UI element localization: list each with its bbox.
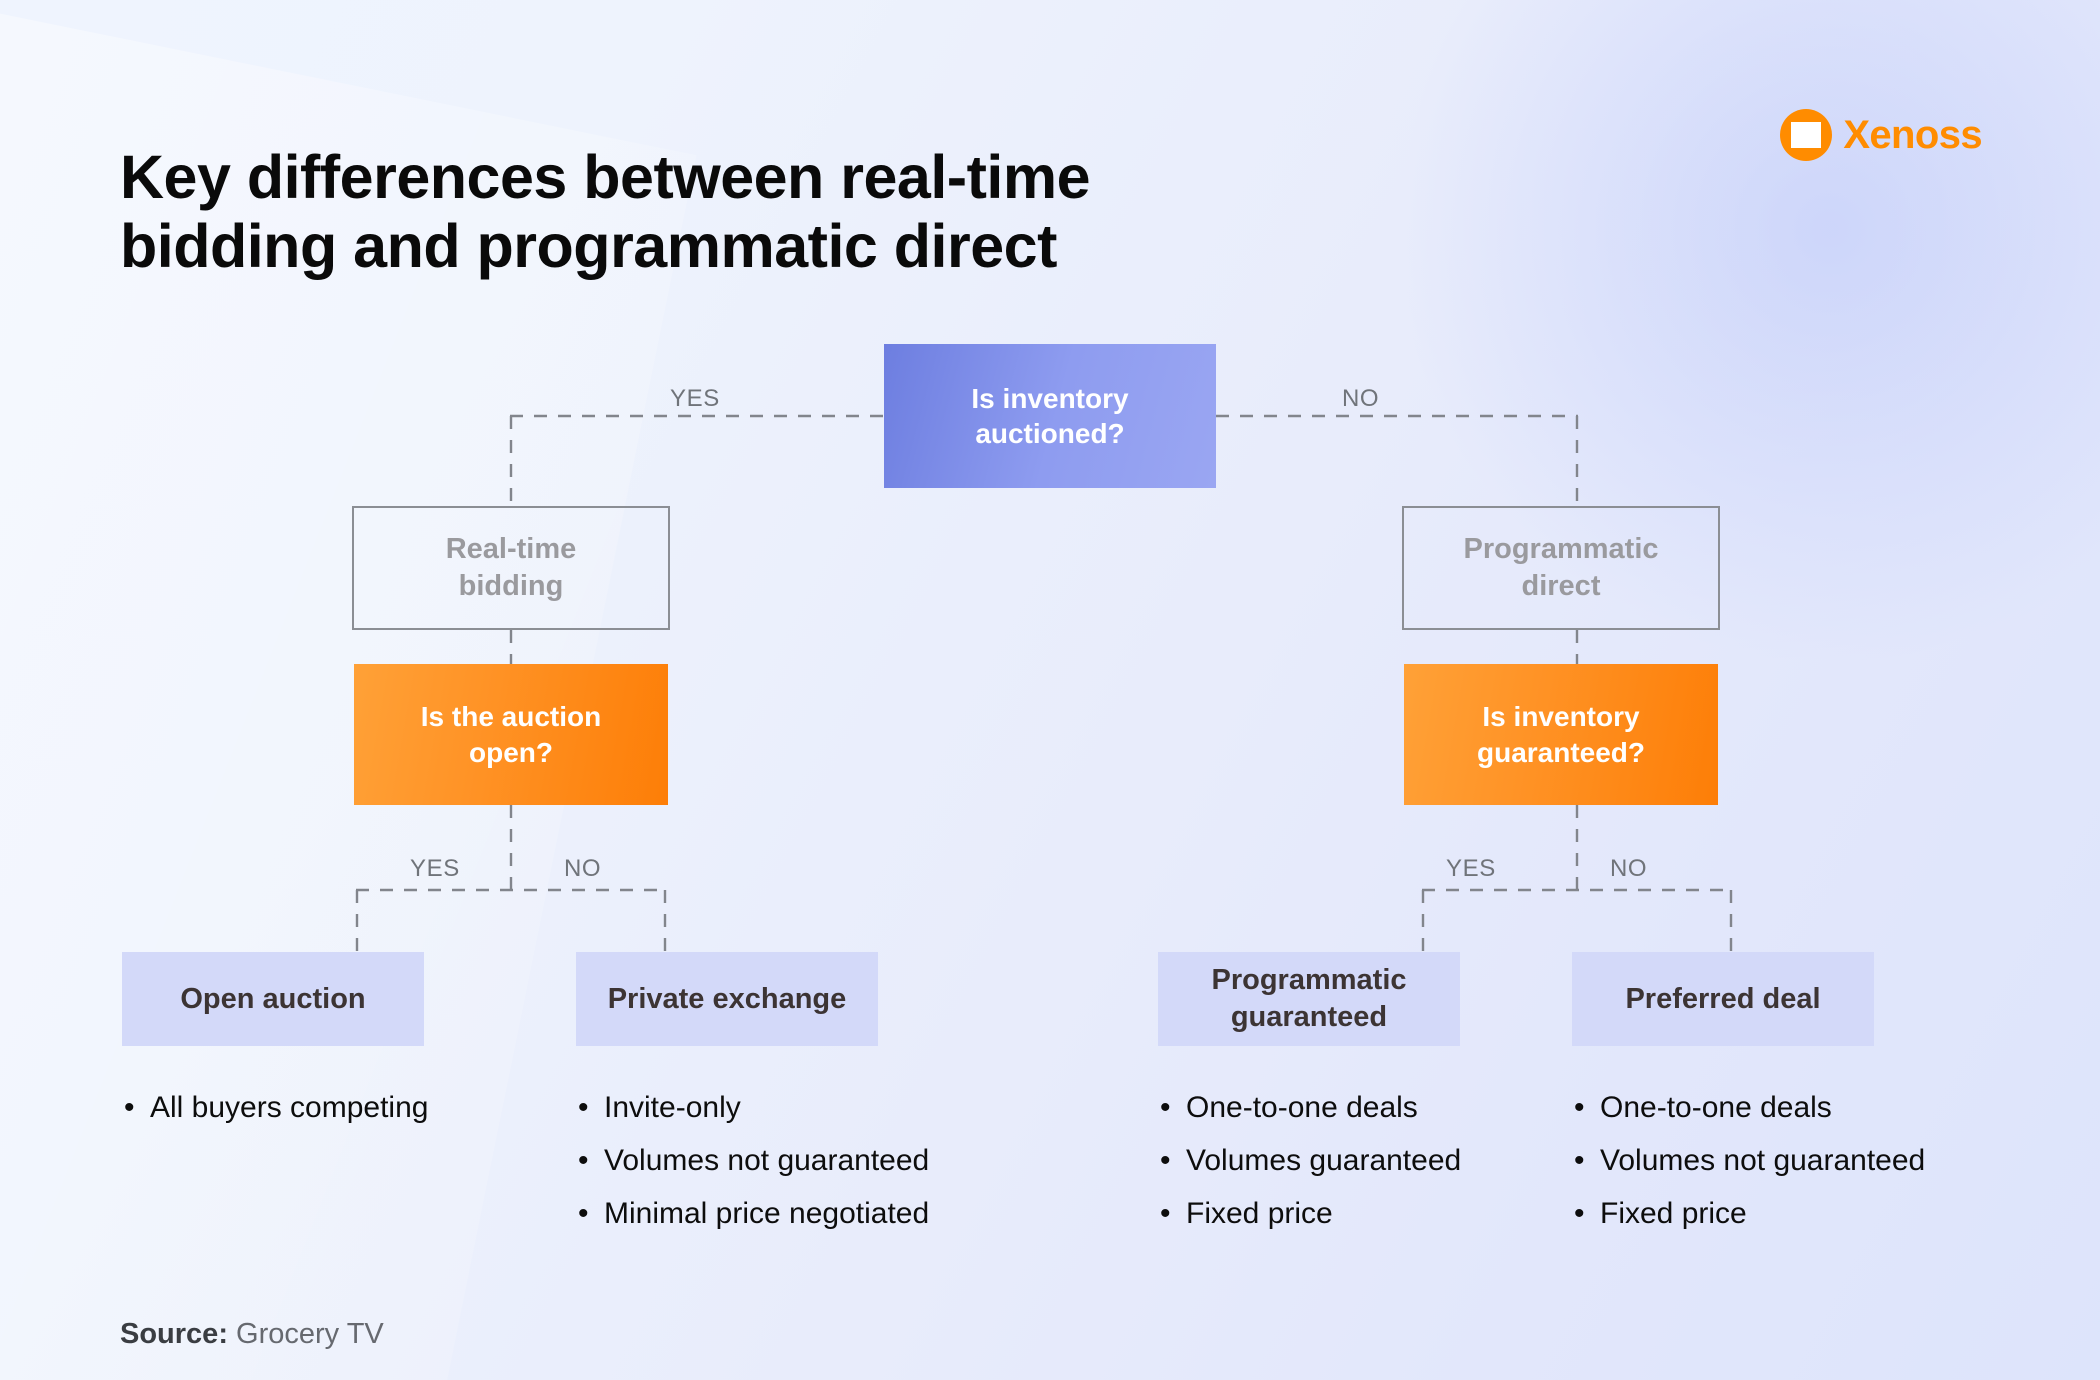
source-value: Grocery TV bbox=[236, 1318, 384, 1350]
source-attribution: Source: Grocery TV bbox=[120, 1318, 384, 1351]
list-item-text: Minimal price negotiated bbox=[604, 1197, 930, 1231]
node-outcome-programmatic-guaranteed[interactable]: Programmatic guaranteed bbox=[1158, 952, 1460, 1046]
list-item: • One-to-one deals bbox=[1574, 1091, 1925, 1124]
bullet-marker: • bbox=[1574, 1197, 1585, 1231]
node-outcome-private-exchange[interactable]: Private exchange bbox=[576, 952, 878, 1046]
node-outcome-preferred-deal-label: Preferred deal bbox=[1625, 982, 1821, 1015]
list-item: • Volumes not guaranteed bbox=[1574, 1144, 1926, 1178]
node-outcome-private-exchange-label: Private exchange bbox=[607, 982, 847, 1015]
list-item: • Volumes not guaranteed bbox=[578, 1144, 930, 1178]
node-root-decision-label: Is inventory auctioned? bbox=[971, 382, 1129, 449]
node-outcome-open-auction-label: Open auction bbox=[180, 982, 366, 1015]
decision-flow-diagram: Is inventory auctioned? YES NO Real-time… bbox=[0, 0, 2100, 1380]
edge-label-right-yes: YES bbox=[1446, 855, 1496, 882]
list-item: • One-to-one deals bbox=[1160, 1091, 1461, 1124]
edge-label-root-yes: YES bbox=[670, 385, 720, 412]
bullet-marker: • bbox=[124, 1091, 135, 1124]
node-root-decision[interactable]: Is inventory auctioned? bbox=[884, 344, 1216, 488]
list-item-text: Fixed price bbox=[1600, 1197, 1747, 1231]
list-item: • Invite-only bbox=[578, 1091, 929, 1124]
list-item-text: Volumes not guaranteed bbox=[1600, 1144, 1926, 1178]
node-outcome-open-auction[interactable]: Open auction bbox=[122, 952, 424, 1046]
bullets-preferred-deal: • One-to-one deals • Volumes not guarant… bbox=[1574, 1091, 1926, 1230]
bullet-marker: • bbox=[1160, 1144, 1171, 1178]
bullets-private-exchange: • Invite-only • Volumes not guaranteed •… bbox=[578, 1091, 930, 1230]
node-decision-inventory-guaranteed-label: Is inventory guaranteed? bbox=[1476, 701, 1646, 768]
bullet-marker: • bbox=[578, 1197, 589, 1231]
edge-label-right-no: NO bbox=[1610, 855, 1648, 882]
bullets-programmatic-guaranteed: • One-to-one deals • Volumes guaranteed … bbox=[1160, 1091, 1462, 1230]
node-outcome-programmatic-guaranteed-label: Programmatic guaranteed bbox=[1211, 964, 1407, 1033]
source-label: Source: bbox=[120, 1318, 237, 1350]
bullet-marker: • bbox=[1574, 1144, 1585, 1178]
list-item-text: Fixed price bbox=[1186, 1197, 1333, 1231]
node-decision-inventory-guaranteed[interactable]: Is inventory guaranteed? bbox=[1404, 664, 1718, 805]
infographic-canvas: Key differences between real-time biddin… bbox=[0, 0, 2100, 1380]
list-item: • Fixed price bbox=[1160, 1198, 1461, 1230]
list-item: • Volumes guaranteed bbox=[1160, 1144, 1462, 1178]
bullet-marker: • bbox=[578, 1091, 589, 1124]
list-item-text: All buyers competing bbox=[150, 1091, 429, 1124]
list-item: • Fixed price bbox=[1574, 1198, 1925, 1230]
edge-label-left-no: NO bbox=[564, 855, 602, 882]
node-category-real-time-bidding[interactable]: Real-time bidding bbox=[352, 506, 670, 630]
node-decision-auction-open[interactable]: Is the auction open? bbox=[354, 664, 668, 805]
list-item-text: One-to-one deals bbox=[1186, 1091, 1418, 1124]
list-item-text: Volumes guaranteed bbox=[1186, 1144, 1462, 1178]
node-outcome-preferred-deal[interactable]: Preferred deal bbox=[1572, 952, 1874, 1046]
list-item-text: One-to-one deals bbox=[1600, 1091, 1832, 1124]
edge-label-root-no: NO bbox=[1342, 385, 1380, 412]
node-category-programmatic-direct-label: Programmatic direct bbox=[1463, 533, 1659, 602]
bullet-marker: • bbox=[1160, 1197, 1171, 1231]
list-item: • All buyers competing bbox=[124, 1091, 429, 1124]
bullet-marker: • bbox=[1160, 1091, 1171, 1124]
list-item-text: Volumes not guaranteed bbox=[604, 1144, 930, 1178]
edge-label-left-yes: YES bbox=[410, 855, 460, 882]
bullets-open-auction: • All buyers competing bbox=[124, 1091, 429, 1124]
bullet-marker: • bbox=[1574, 1091, 1585, 1124]
node-category-programmatic-direct[interactable]: Programmatic direct bbox=[1402, 506, 1720, 630]
node-category-real-time-bidding-label: Real-time bidding bbox=[445, 533, 577, 602]
node-decision-auction-open-label: Is the auction open? bbox=[420, 701, 602, 768]
bullet-marker: • bbox=[578, 1144, 589, 1178]
list-item: • Minimal price negotiated bbox=[578, 1198, 929, 1230]
list-item-text: Invite-only bbox=[604, 1091, 741, 1124]
